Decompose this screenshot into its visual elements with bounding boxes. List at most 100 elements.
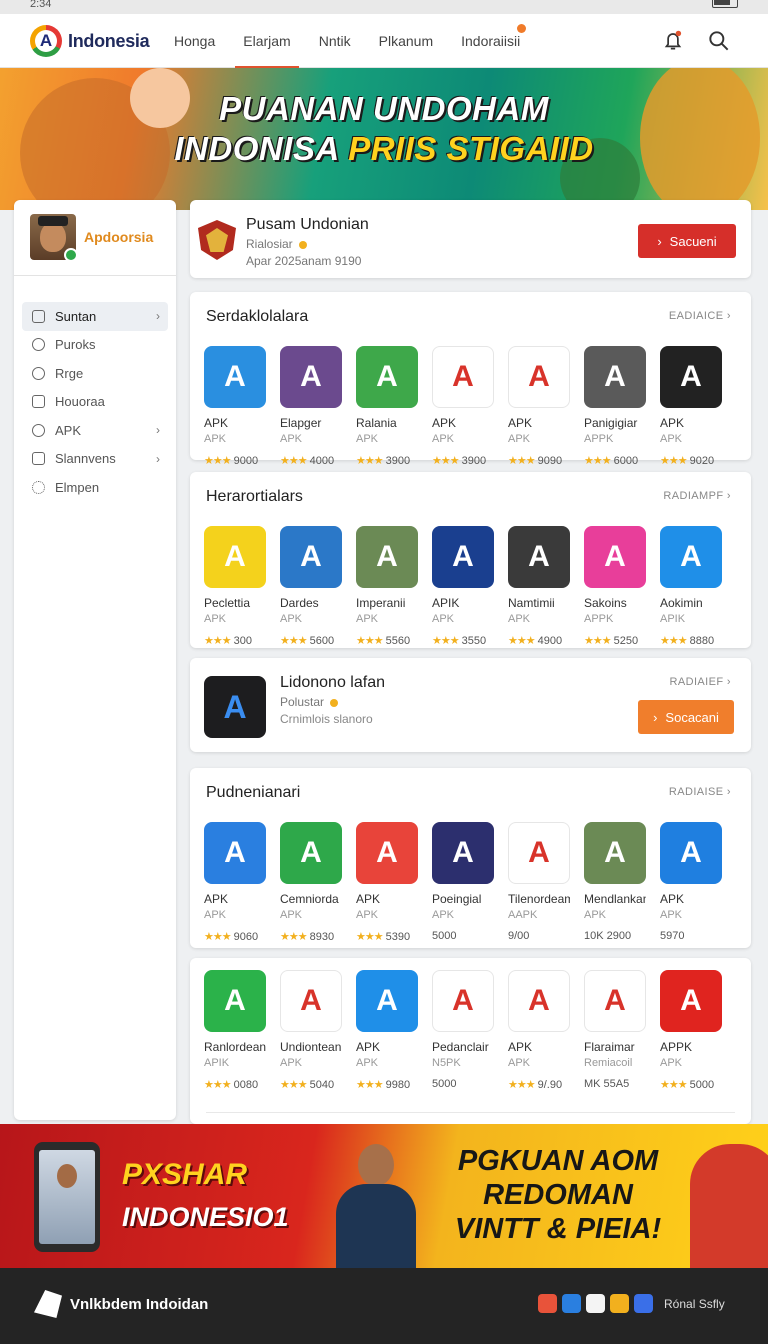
- social-icon-1[interactable]: [538, 1294, 557, 1313]
- star-rating-icon: ★★★: [280, 1079, 308, 1091]
- app-tile[interactable]: A APK APK ★★★ 5390: [356, 822, 418, 943]
- rating-value: 10K 2900: [584, 930, 632, 942]
- section-more-link[interactable]: RADIAISE ›: [669, 786, 731, 798]
- app-icon: A: [432, 346, 494, 408]
- top-header: Indonesia Honga Elarjam Nntik Plkanum In…: [0, 14, 768, 69]
- featured-action-button[interactable]: › Sacueni: [638, 224, 736, 258]
- app-rating: 9/00: [508, 930, 570, 942]
- app-subtitle: APK: [356, 1057, 379, 1069]
- bell-icon[interactable]: [660, 28, 686, 54]
- nav-label: Nntik: [318, 33, 351, 49]
- app-tile[interactable]: A APK APK ★★★ 9000: [204, 346, 266, 467]
- rating-value: 3900: [461, 455, 487, 467]
- app-tile[interactable]: A Dardes APK ★★★ 5600: [280, 526, 342, 647]
- nav-item-2[interactable]: Elarjam: [229, 14, 304, 69]
- featured-card[interactable]: Pusam Undonian Rialosiar Apar 2025anam 9…: [190, 200, 751, 278]
- footer-logo-icon: [34, 1290, 62, 1318]
- app-name: Ranlordean: [204, 1040, 266, 1054]
- sidebar-item-7[interactable]: Elmpen: [22, 473, 168, 502]
- section-title: Herarortialars: [206, 488, 303, 505]
- promo-banner[interactable]: PXSHAR INDONESIO1 PGKUAN AOM REDOMAN VIN…: [0, 1124, 768, 1268]
- window-icon: [32, 452, 45, 466]
- app-tile[interactable]: A APK APK ★★★ 9060: [204, 822, 266, 943]
- letter-a-icon: A: [680, 836, 702, 869]
- app-icon: A: [660, 970, 722, 1032]
- hero-banner[interactable]: PUANAN UNDOHAM INDONISA PRIIS STIGAIID: [0, 68, 768, 210]
- section-more-link[interactable]: EADIAICE ›: [669, 310, 731, 322]
- nav-item-5[interactable]: Indoraiisii: [447, 14, 534, 68]
- star-rating-icon: ★★★: [660, 635, 688, 647]
- app-tile[interactable]: A Ralania APK ★★★ 3900: [356, 346, 418, 467]
- app-tile[interactable]: A Ranlordean APIK ★★★ 0080: [204, 970, 266, 1091]
- app-name: Poeingial: [432, 892, 482, 906]
- app-section-4: A Ranlordean APIK ★★★ 0080 A Undiontean APK ★★★ 5…: [190, 958, 751, 1124]
- nav-item-1[interactable]: Honga: [160, 14, 229, 68]
- app-rating: 10K 2900: [584, 930, 646, 942]
- footer-logo[interactable]: Vnlkbdem Indoidan: [34, 1290, 208, 1318]
- app-rating: ★★★ 8930: [280, 930, 342, 943]
- sidebar-item-6[interactable]: Slannvens ›: [22, 445, 168, 474]
- sidebar-item-3[interactable]: Rrge: [22, 359, 168, 388]
- app-tile[interactable]: A APIK APK ★★★ 3550: [432, 526, 494, 647]
- social-icon-2[interactable]: [562, 1294, 581, 1313]
- app-tile[interactable]: A APK APK ★★★ 9980: [356, 970, 418, 1091]
- more-label: EADIAICE: [668, 310, 724, 322]
- sidebar-item-2[interactable]: Puroks: [22, 331, 168, 360]
- app-rating: MK 55A5: [584, 1078, 646, 1090]
- sidebar-item-5[interactable]: APK ›: [22, 416, 168, 445]
- app-tile[interactable]: A Panigigiar APPK ★★★ 6000: [584, 346, 646, 467]
- app-name: Namtimii: [508, 596, 555, 610]
- app-tile[interactable]: A Elapger APK ★★★ 4000: [280, 346, 342, 467]
- social-icon-5[interactable]: [634, 1294, 653, 1313]
- single-app-action-button[interactable]: › Socacani: [638, 700, 734, 734]
- single-app-card[interactable]: A Lidonono lafan Polustar Crnimlois slan…: [190, 658, 751, 752]
- app-tile[interactable]: A APK APK 5970: [660, 822, 722, 943]
- app-name: Dardes: [280, 596, 319, 610]
- app-tile[interactable]: A APK APK ★★★ 9/.90: [508, 970, 570, 1091]
- main-nav: Honga Elarjam Nntik Plkanum Indoraiisii: [160, 14, 534, 69]
- app-icon: A: [204, 970, 266, 1032]
- nav-label: Elarjam: [243, 33, 291, 49]
- rating-value: 9/00: [508, 930, 530, 942]
- nav-item-3[interactable]: Nntik: [305, 14, 365, 68]
- app-tile[interactable]: A Namtimii APK ★★★ 4900: [508, 526, 570, 647]
- app-tile[interactable]: A Sakoins APPK ★★★ 5250: [584, 526, 646, 647]
- sidebar-profile[interactable]: Apdoorsia: [30, 214, 153, 262]
- social-icon-4[interactable]: [610, 1294, 629, 1313]
- letter-a-icon: A: [528, 984, 550, 1017]
- letter-a-icon: A: [376, 540, 398, 573]
- app-tile[interactable]: A APPK APK ★★★ 5000: [660, 970, 722, 1091]
- app-tile[interactable]: A Aokimin APIK ★★★ 8880: [660, 526, 722, 647]
- sidebar-item-label: Suntan: [55, 308, 97, 324]
- social-icon-3[interactable]: [586, 1294, 605, 1313]
- app-icon: A: [356, 970, 418, 1032]
- hero-title-white: INDONISA: [174, 130, 349, 167]
- section-more-link[interactable]: RADIAMPF ›: [663, 490, 731, 502]
- sidebar-item-4[interactable]: Houoraa: [22, 388, 168, 417]
- nav-item-4[interactable]: Plkanum: [365, 14, 447, 68]
- sidebar-divider: [14, 275, 176, 276]
- phone-graphic: [34, 1142, 100, 1252]
- app-tile[interactable]: A Cemniorda APK ★★★ 8930: [280, 822, 342, 943]
- sidebar-item-1[interactable]: Suntan ›: [22, 302, 168, 331]
- letter-a-icon: A: [528, 836, 550, 869]
- app-tile[interactable]: A APK APK ★★★ 9090: [508, 346, 570, 467]
- app-tile[interactable]: A Tilenordeam AAPK 9/00: [508, 822, 570, 943]
- app-tile[interactable]: A Imperanii APK ★★★ 5560: [356, 526, 418, 647]
- app-tile[interactable]: A APK APK ★★★ 3900: [432, 346, 494, 467]
- app-tile[interactable]: A APK APK ★★★ 9020: [660, 346, 722, 467]
- brand-logo[interactable]: Indonesia: [30, 25, 150, 57]
- app-tile[interactable]: A Poeingial APK 5000: [432, 822, 494, 943]
- app-name: Aokimin: [660, 596, 703, 610]
- app-tile[interactable]: A Pedanclair N5PK 5000: [432, 970, 494, 1091]
- search-icon[interactable]: [706, 28, 732, 54]
- app-tile[interactable]: A Flaraimar Remiacoil MK 55A5: [584, 970, 646, 1091]
- section-more-link[interactable]: RADIAIEF ›: [670, 676, 731, 688]
- app-tile[interactable]: A Undiontean APK ★★★ 5040: [280, 970, 342, 1091]
- app-tile[interactable]: A Peclettia APK ★★★ 300: [204, 526, 266, 647]
- single-app-sub: Polustar: [280, 695, 339, 709]
- rating-value: 5000: [432, 1078, 457, 1090]
- app-tile[interactable]: A Mendlankan APK 10K 2900: [584, 822, 646, 943]
- letter-a-icon: A: [528, 360, 550, 393]
- avatar-wrap: [30, 214, 78, 262]
